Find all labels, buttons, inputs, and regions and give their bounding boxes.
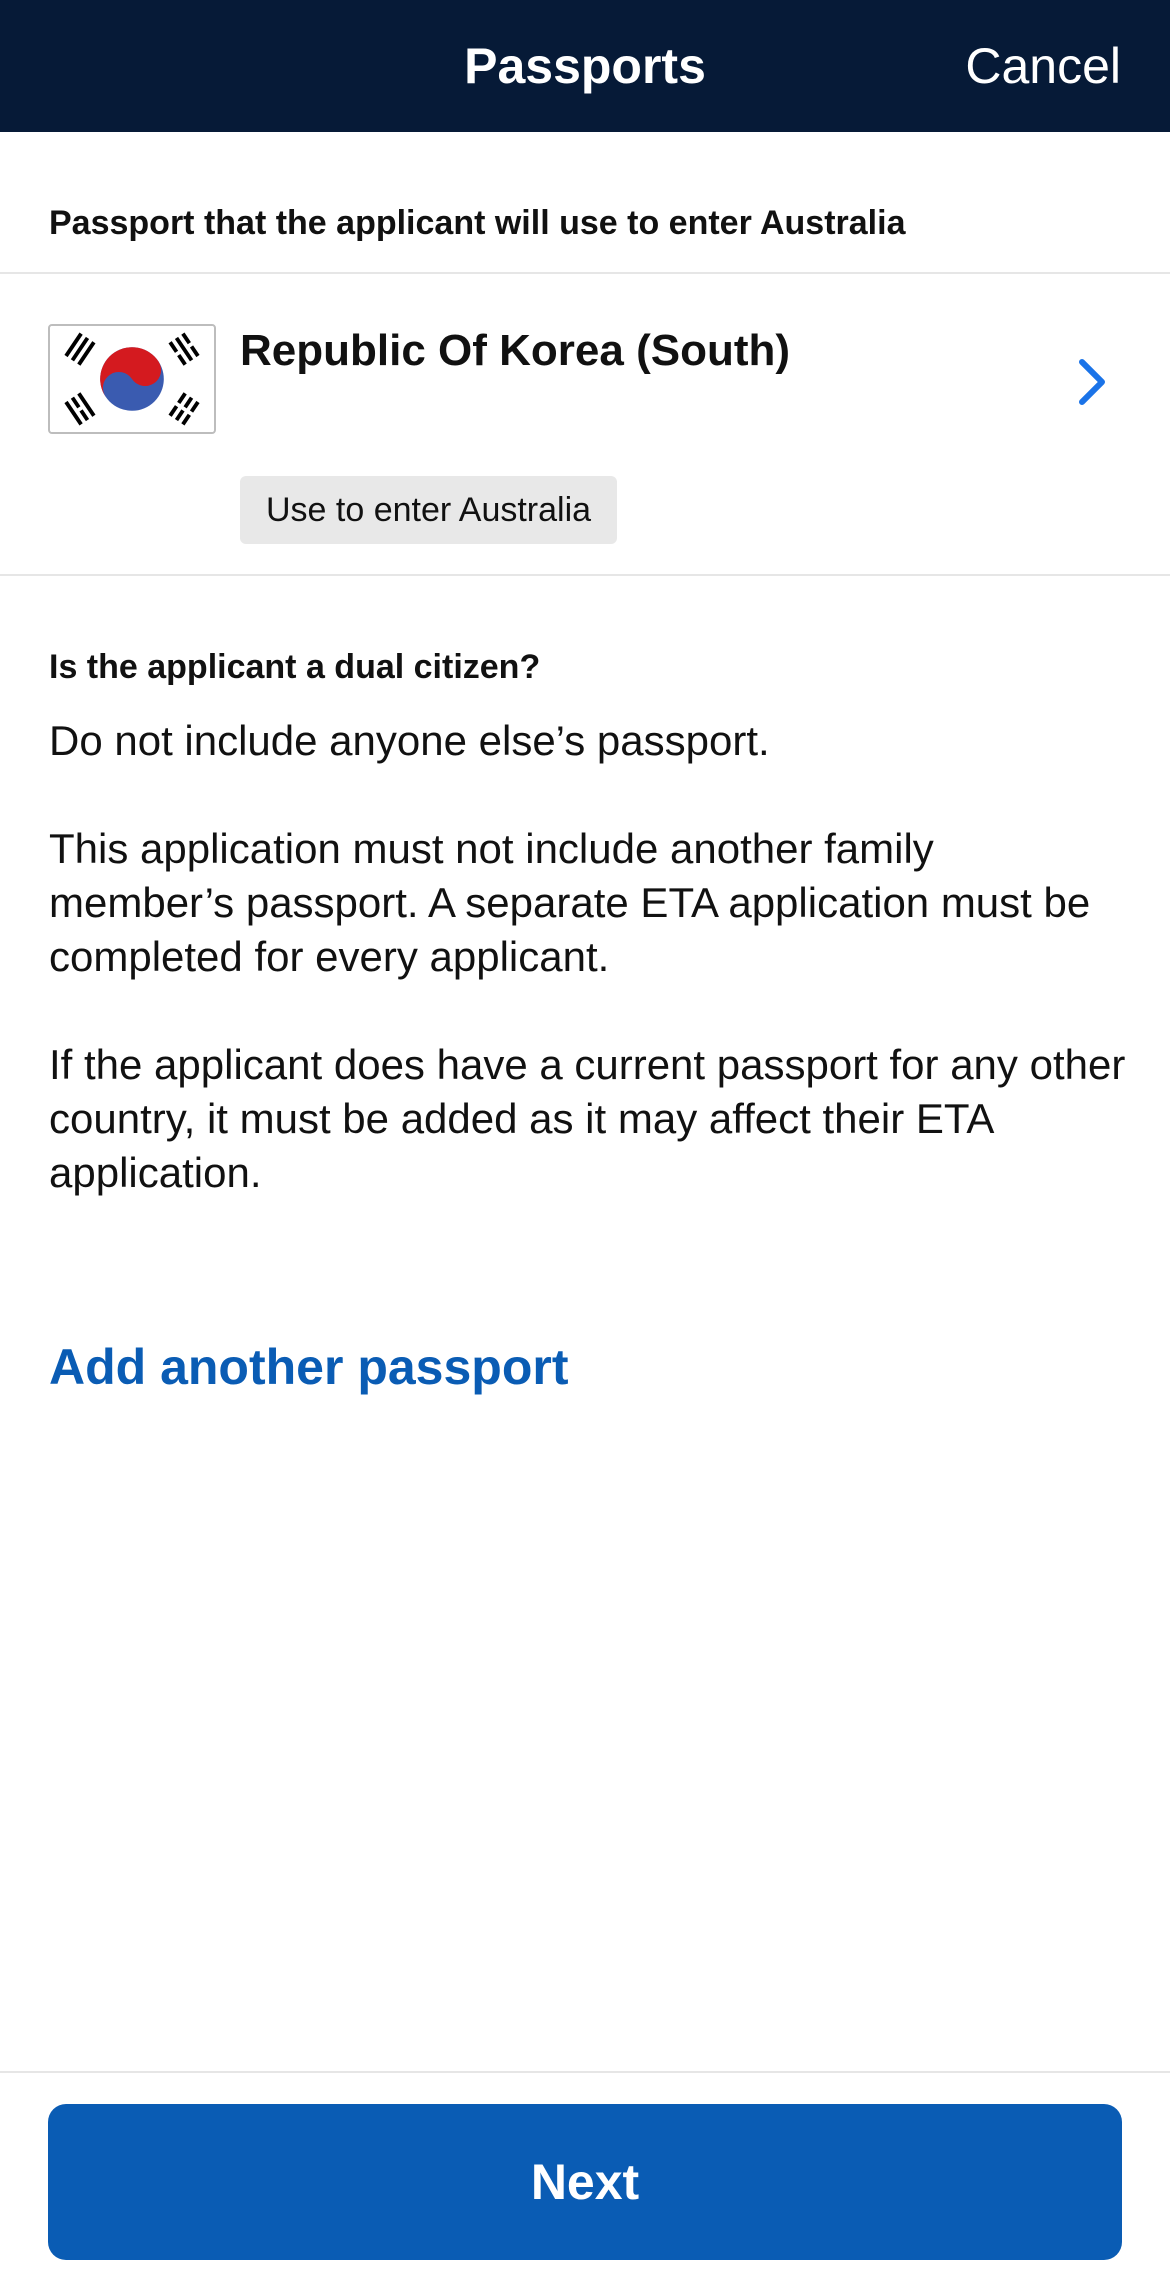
add-another-passport-link[interactable]: Add another passport: [49, 1338, 568, 1396]
passport-section-label: Passport that the applicant will use to …: [49, 204, 906, 242]
dual-citizen-paragraph-1: Do not include anyone else’s passport.: [49, 717, 770, 764]
passport-country-name: Republic Of Korea (South): [240, 326, 790, 375]
passport-list-item[interactable]: Republic Of Korea (South) Use to enter A…: [0, 274, 1170, 574]
next-button[interactable]: Next: [48, 2104, 1122, 2260]
cancel-button[interactable]: Cancel: [965, 0, 1121, 132]
dual-citizen-paragraph-3: If the applicant does have a current pas…: [49, 1041, 1126, 1196]
use-to-enter-badge: Use to enter Australia: [240, 476, 618, 544]
dual-citizen-paragraph-2: This application must not include anothe…: [49, 825, 1091, 980]
nav-bar: Passports Cancel: [0, 0, 1170, 132]
dual-citizen-heading: Is the applicant a dual citizen?: [49, 648, 541, 686]
south-korea-flag-icon: [48, 324, 216, 434]
chevron-right-icon: [1074, 354, 1110, 410]
passports-screen: Passports Cancel Passport that the appli…: [0, 0, 1170, 2289]
divider: [0, 574, 1170, 576]
footer-divider: [0, 2071, 1170, 2073]
